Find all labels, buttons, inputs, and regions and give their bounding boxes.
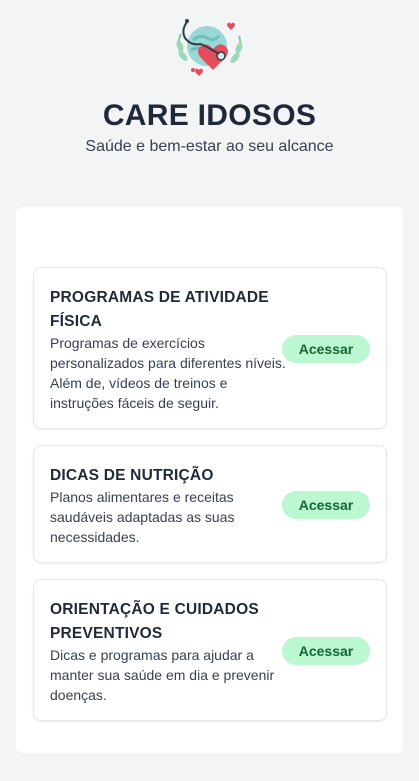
card-physical-activity: PROGRAMAS DE ATIVIDADE FÍSICA Programas … <box>33 267 387 429</box>
card-description: Programas de exercícios personalizados p… <box>50 335 286 411</box>
app-title: CARE IDOSOS <box>102 99 317 132</box>
services-panel: PROGRAMAS DE ATIVIDADE FÍSICA Programas … <box>16 207 403 753</box>
card-title: PROGRAMAS DE ATIVIDADE FÍSICA <box>50 289 269 330</box>
card-nutrition: DICAS DE NUTRIÇÃO Planos alimentares e r… <box>33 445 387 563</box>
card-preventive-care: ORIENTAÇÃO E CUIDADOS PREVENTIVOS Dicas … <box>33 579 387 721</box>
card-description: Dicas e programas para ajudar a manter s… <box>50 647 275 703</box>
card-title: DICAS DE NUTRIÇÃO <box>50 467 214 484</box>
logo-icon <box>173 16 245 80</box>
access-nutrition-button[interactable]: Acessar <box>282 491 370 519</box>
access-physical-activity-button[interactable]: Acessar <box>282 335 370 363</box>
card-description: Planos alimentares e receitas saudáveis … <box>50 489 235 545</box>
access-preventive-care-button[interactable]: Acessar <box>282 637 370 665</box>
card-title: ORIENTAÇÃO E CUIDADOS PREVENTIVOS <box>50 601 259 642</box>
app-subtitle: Saúde e bem-estar ao seu alcance <box>85 138 334 155</box>
